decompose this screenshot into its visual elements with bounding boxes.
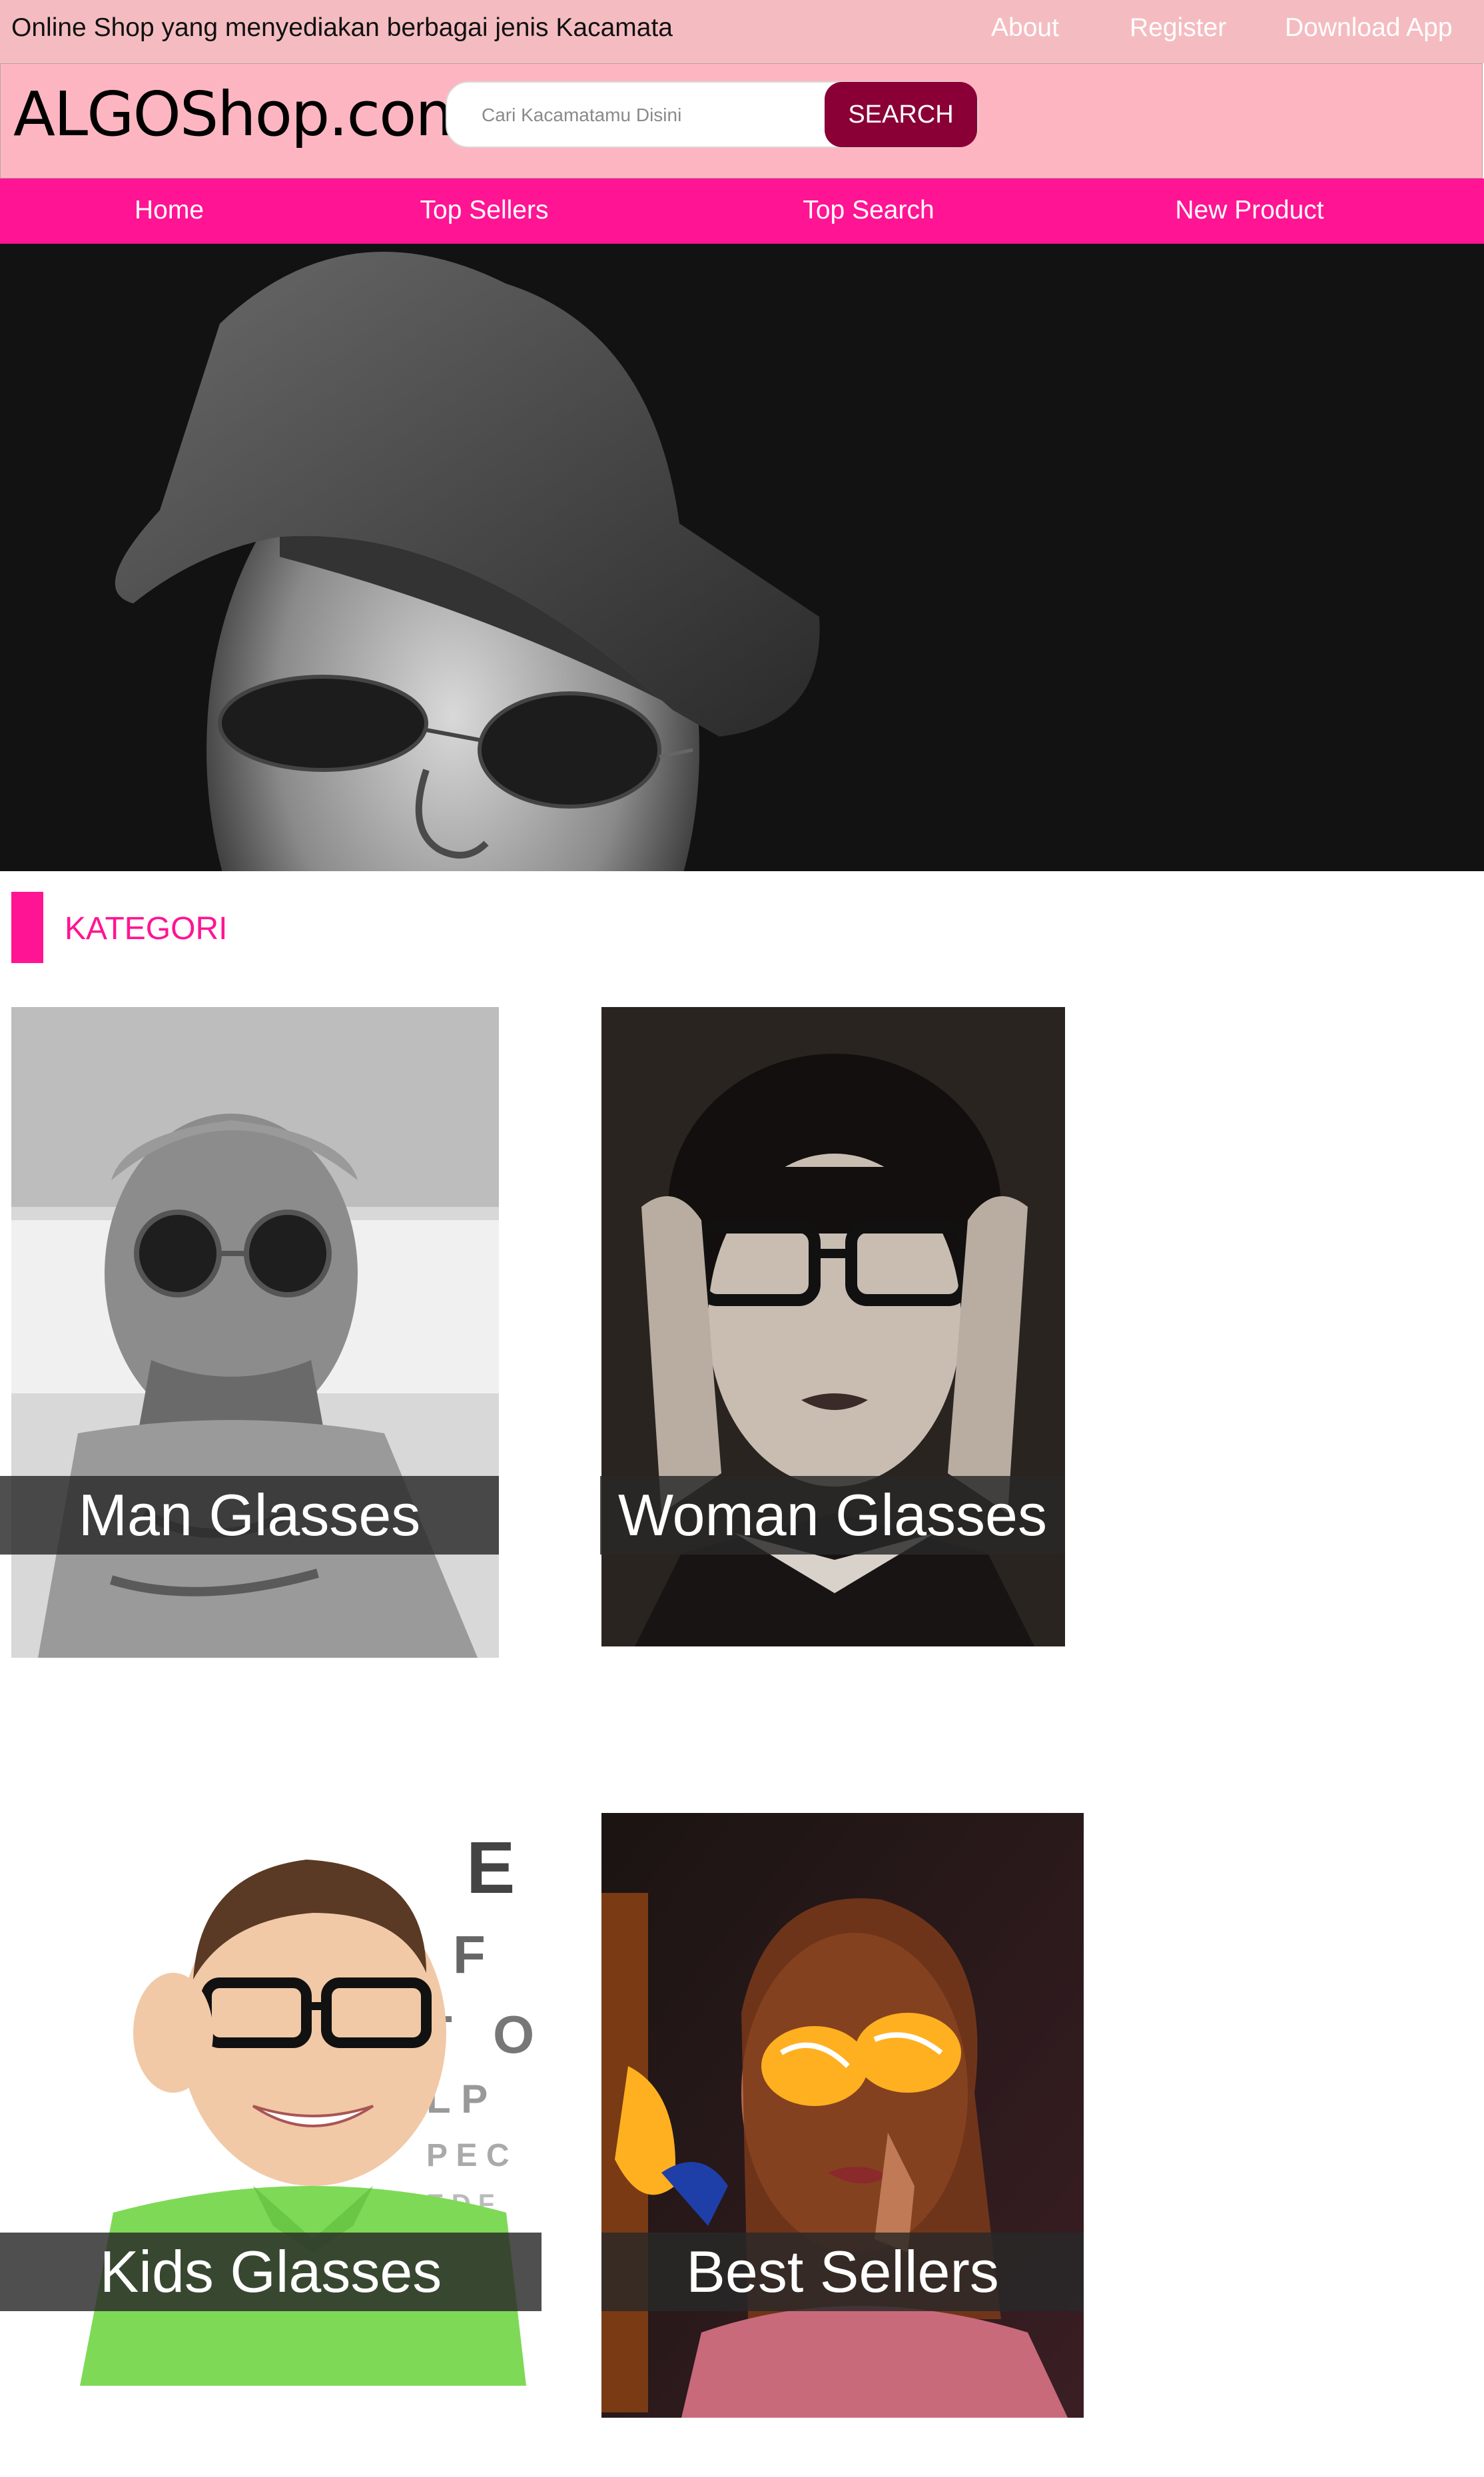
hero-image bbox=[0, 244, 1484, 871]
site-tagline: Online Shop yang menyediakan berbagai je… bbox=[11, 13, 673, 42]
download-app-link[interactable]: Download App bbox=[1285, 13, 1453, 43]
best-sellers-image bbox=[601, 1813, 1084, 2418]
man-glasses-image bbox=[11, 1007, 499, 1658]
register-link[interactable]: Register bbox=[1130, 13, 1226, 43]
nav-top-sellers[interactable]: Top Sellers bbox=[420, 196, 549, 225]
top-bar: Online Shop yang menyediakan berbagai je… bbox=[0, 0, 1484, 63]
svg-text:O: O bbox=[493, 2005, 534, 2064]
section-title: KATEGORI bbox=[65, 911, 228, 946]
svg-text:P E C: P E C bbox=[426, 2138, 510, 2173]
main-nav: Home Top Sellers Top Search New Product bbox=[0, 178, 1484, 244]
search-input[interactable] bbox=[480, 100, 829, 131]
nav-home[interactable]: Home bbox=[135, 196, 204, 225]
section-marker bbox=[11, 892, 43, 963]
category-card-man[interactable] bbox=[11, 1007, 499, 1658]
header: ALGOShop.com SEARCH bbox=[0, 63, 1483, 178]
site-logo[interactable]: ALGOShop.com bbox=[13, 79, 475, 150]
category-label-kids: Kids Glasses bbox=[0, 2233, 542, 2311]
category-card-best-sellers[interactable] bbox=[601, 1813, 1084, 2418]
svg-text:E: E bbox=[466, 1827, 515, 1909]
hero-banner bbox=[0, 244, 1484, 871]
nav-new-product[interactable]: New Product bbox=[1175, 196, 1323, 225]
about-link[interactable]: About bbox=[991, 13, 1059, 43]
category-label-woman: Woman Glasses bbox=[600, 1476, 1065, 1555]
nav-top-search[interactable]: Top Search bbox=[803, 196, 934, 225]
svg-text:F: F bbox=[453, 1925, 486, 1984]
search-button[interactable]: SEARCH bbox=[825, 82, 977, 147]
category-label-best-sellers: Best Sellers bbox=[601, 2233, 1084, 2311]
category-label-man: Man Glasses bbox=[0, 1476, 499, 1555]
